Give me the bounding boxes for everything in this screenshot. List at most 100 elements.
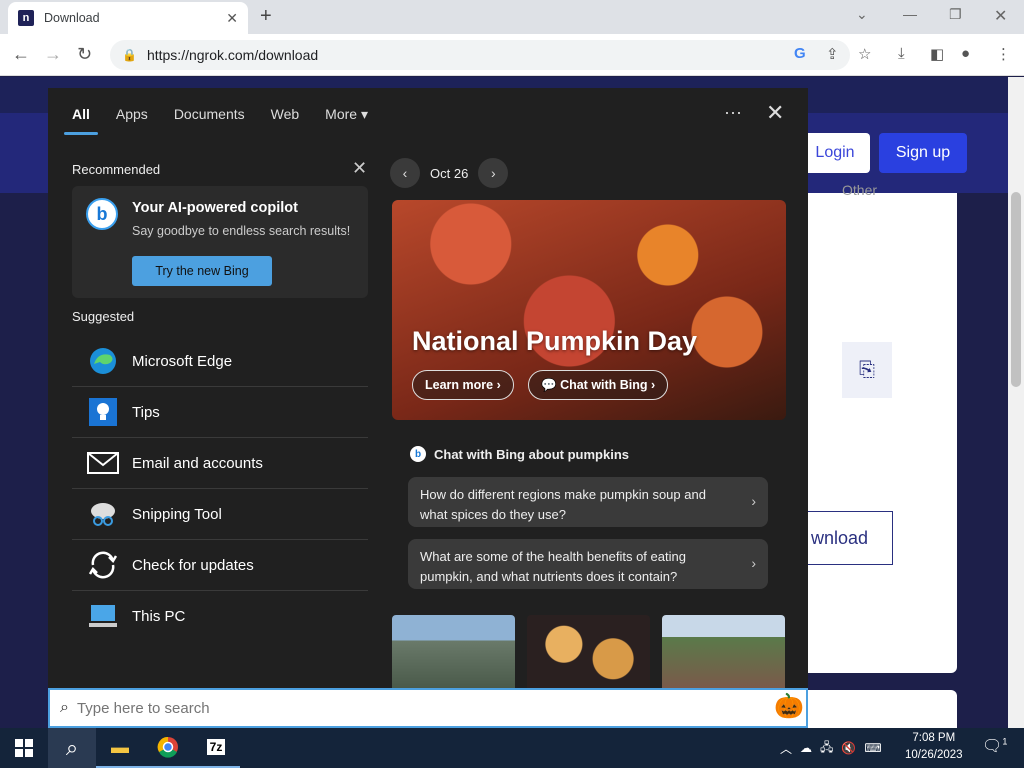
chat-heading: b Chat with Bing about pumpkins: [410, 446, 629, 462]
clock-time: 7:08 PM: [912, 732, 956, 744]
edge-icon: [86, 344, 120, 378]
chrome-icon: [157, 736, 178, 758]
taskbar-search-button[interactable]: ⌕: [48, 728, 96, 768]
current-date: Oct 26: [430, 165, 469, 181]
side-panel-icon[interactable]: ◧: [930, 45, 944, 63]
menu-kebab-icon[interactable]: ⋮: [996, 45, 1011, 63]
back-icon[interactable]: ←: [12, 44, 30, 65]
thumbnail-1[interactable]: [392, 615, 515, 688]
new-tab-icon[interactable]: +: [260, 5, 272, 28]
chevron-right-icon: ›: [751, 555, 756, 571]
tab-all[interactable]: All: [64, 106, 98, 135]
copy-icon[interactable]: ⎘: [842, 342, 892, 398]
bookmark-star-icon[interactable]: ☆: [858, 45, 871, 63]
page-scrollbar[interactable]: [1008, 77, 1024, 728]
address-toolbar: ← → ↻ 🔒 https://ngrok.com/download G ⇪ ☆…: [0, 34, 1024, 76]
thumbnail-3[interactable]: [662, 615, 785, 688]
file-explorer-button[interactable]: ▬: [96, 728, 144, 768]
tab-web[interactable]: Web: [271, 106, 300, 123]
close-panel-icon[interactable]: ✕: [766, 100, 784, 126]
page-card: [800, 193, 957, 673]
network-icon[interactable]: 🖧: [820, 738, 833, 759]
snipping-tool-icon: [86, 497, 120, 531]
share-icon[interactable]: ⇪: [826, 45, 839, 63]
notification-center-icon[interactable]: 🗨1: [982, 736, 1007, 756]
try-bing-button[interactable]: Try the new Bing: [132, 256, 272, 286]
clock-date: 10/26/2023: [905, 749, 963, 761]
suggested-item-tips[interactable]: Tips: [72, 387, 368, 438]
taskbar-clock[interactable]: 7:08 PM 10/26/2023: [905, 730, 963, 764]
7zip-icon: 7z: [206, 739, 226, 755]
tab-more[interactable]: More ▾: [325, 106, 368, 123]
system-tray: ︿ ☁ 🖧 🔇 ⌨: [780, 728, 882, 768]
mail-icon: [86, 446, 120, 480]
reload-icon[interactable]: ↻: [77, 44, 92, 65]
minimize-icon[interactable]: —: [903, 6, 917, 22]
tab-title: Download: [44, 11, 100, 25]
close-tab-icon[interactable]: ✕: [226, 10, 238, 27]
folder-icon: ▬: [111, 736, 129, 757]
ngrok-favicon-icon: n: [18, 10, 34, 26]
suggested-item-label: Check for updates: [132, 556, 254, 574]
search-icon: ⌕: [60, 699, 69, 716]
tab-search-icon[interactable]: ⌄: [856, 6, 868, 23]
chat-question-text: What are some of the health benefits of …: [420, 549, 686, 584]
search-filter-tabs: All Apps Documents Web More ▾: [64, 106, 368, 135]
windows-taskbar: ⌕ ▬ 7z ︿ ☁ 🖧 🔇 ⌨ 7:08 PM 10/26/2023 🗨1: [0, 728, 1024, 768]
volume-muted-icon[interactable]: 🔇: [841, 741, 856, 755]
chat-question-text: How do different regions make pumpkin so…: [420, 487, 706, 522]
pumpkin-hero-image[interactable]: National Pumpkin Day Learn more › 💬 Chat…: [392, 200, 786, 420]
taskbar-search-box[interactable]: ⌕ 🎃: [48, 688, 808, 728]
signup-button[interactable]: Sign up: [879, 133, 967, 173]
lock-icon[interactable]: 🔒: [122, 48, 137, 62]
chrome-button[interactable]: [144, 728, 192, 768]
update-icon: [86, 548, 120, 582]
search-icon: ⌕: [65, 735, 79, 760]
chat-heading-text: Chat with Bing about pumpkins: [434, 446, 629, 462]
bing-icon: b: [410, 446, 426, 462]
suggested-item-edge[interactable]: Microsoft Edge: [72, 336, 368, 387]
computer-icon: [86, 600, 120, 634]
restore-icon[interactable]: ❐: [949, 6, 962, 23]
search-input[interactable]: [76, 699, 677, 717]
more-options-icon[interactable]: ···: [724, 102, 742, 123]
chat-question-2[interactable]: What are some of the health benefits of …: [408, 539, 768, 589]
caret-down-icon: ▾: [360, 106, 368, 122]
windows-logo-icon: [15, 739, 33, 757]
download-icon[interactable]: ⤓: [898, 45, 905, 62]
7zip-button[interactable]: 7z: [192, 728, 240, 768]
suggested-item-label: Tips: [132, 403, 160, 421]
chat-question-1[interactable]: How do different regions make pumpkin so…: [408, 477, 768, 527]
browser-tab-bar: n Download ✕ + ⌄ — ❐ ✕: [0, 0, 1024, 34]
chat-with-bing-button[interactable]: 💬 Chat with Bing ›: [528, 370, 669, 400]
tab-apps[interactable]: Apps: [116, 106, 148, 123]
tab-documents[interactable]: Documents: [174, 106, 245, 123]
suggested-item-label: Microsoft Edge: [132, 352, 233, 370]
suggested-item-label: This PC: [132, 608, 186, 625]
suggested-item-email[interactable]: Email and accounts: [72, 438, 368, 489]
window-close-icon[interactable]: ✕: [994, 6, 1007, 26]
start-button[interactable]: [0, 728, 48, 768]
windows-search-panel: All Apps Documents Web More ▾ ··· ✕ Reco…: [48, 88, 808, 688]
scrollbar-thumb[interactable]: [1011, 192, 1021, 387]
forward-icon[interactable]: →: [44, 44, 62, 65]
suggested-item-snipping[interactable]: Snipping Tool: [72, 489, 368, 540]
suggested-item-this-pc[interactable]: This PC: [72, 591, 368, 642]
onedrive-icon[interactable]: ☁: [800, 741, 812, 755]
learn-more-button[interactable]: Learn more ›: [412, 370, 514, 400]
profile-avatar-icon[interactable]: ●: [961, 45, 970, 62]
login-button[interactable]: Login: [800, 133, 870, 173]
thumbnail-2[interactable]: [527, 615, 650, 688]
next-day-icon[interactable]: ›: [478, 158, 509, 188]
google-icon[interactable]: G: [794, 45, 806, 62]
show-hidden-icons-icon[interactable]: ︿: [780, 740, 792, 757]
browser-tab[interactable]: n Download ✕: [8, 2, 248, 34]
chevron-right-icon: ›: [751, 493, 756, 509]
suggested-item-updates[interactable]: Check for updates: [72, 540, 368, 591]
keyboard-icon[interactable]: ⌨: [864, 741, 881, 755]
chevron-right-icon: ›: [496, 378, 501, 392]
prev-day-icon[interactable]: ‹: [390, 158, 420, 188]
url-bar[interactable]: 🔒 https://ngrok.com/download: [110, 40, 850, 70]
dismiss-recommended-icon[interactable]: ✕: [352, 158, 367, 179]
url-text: https://ngrok.com/download: [146, 47, 319, 63]
